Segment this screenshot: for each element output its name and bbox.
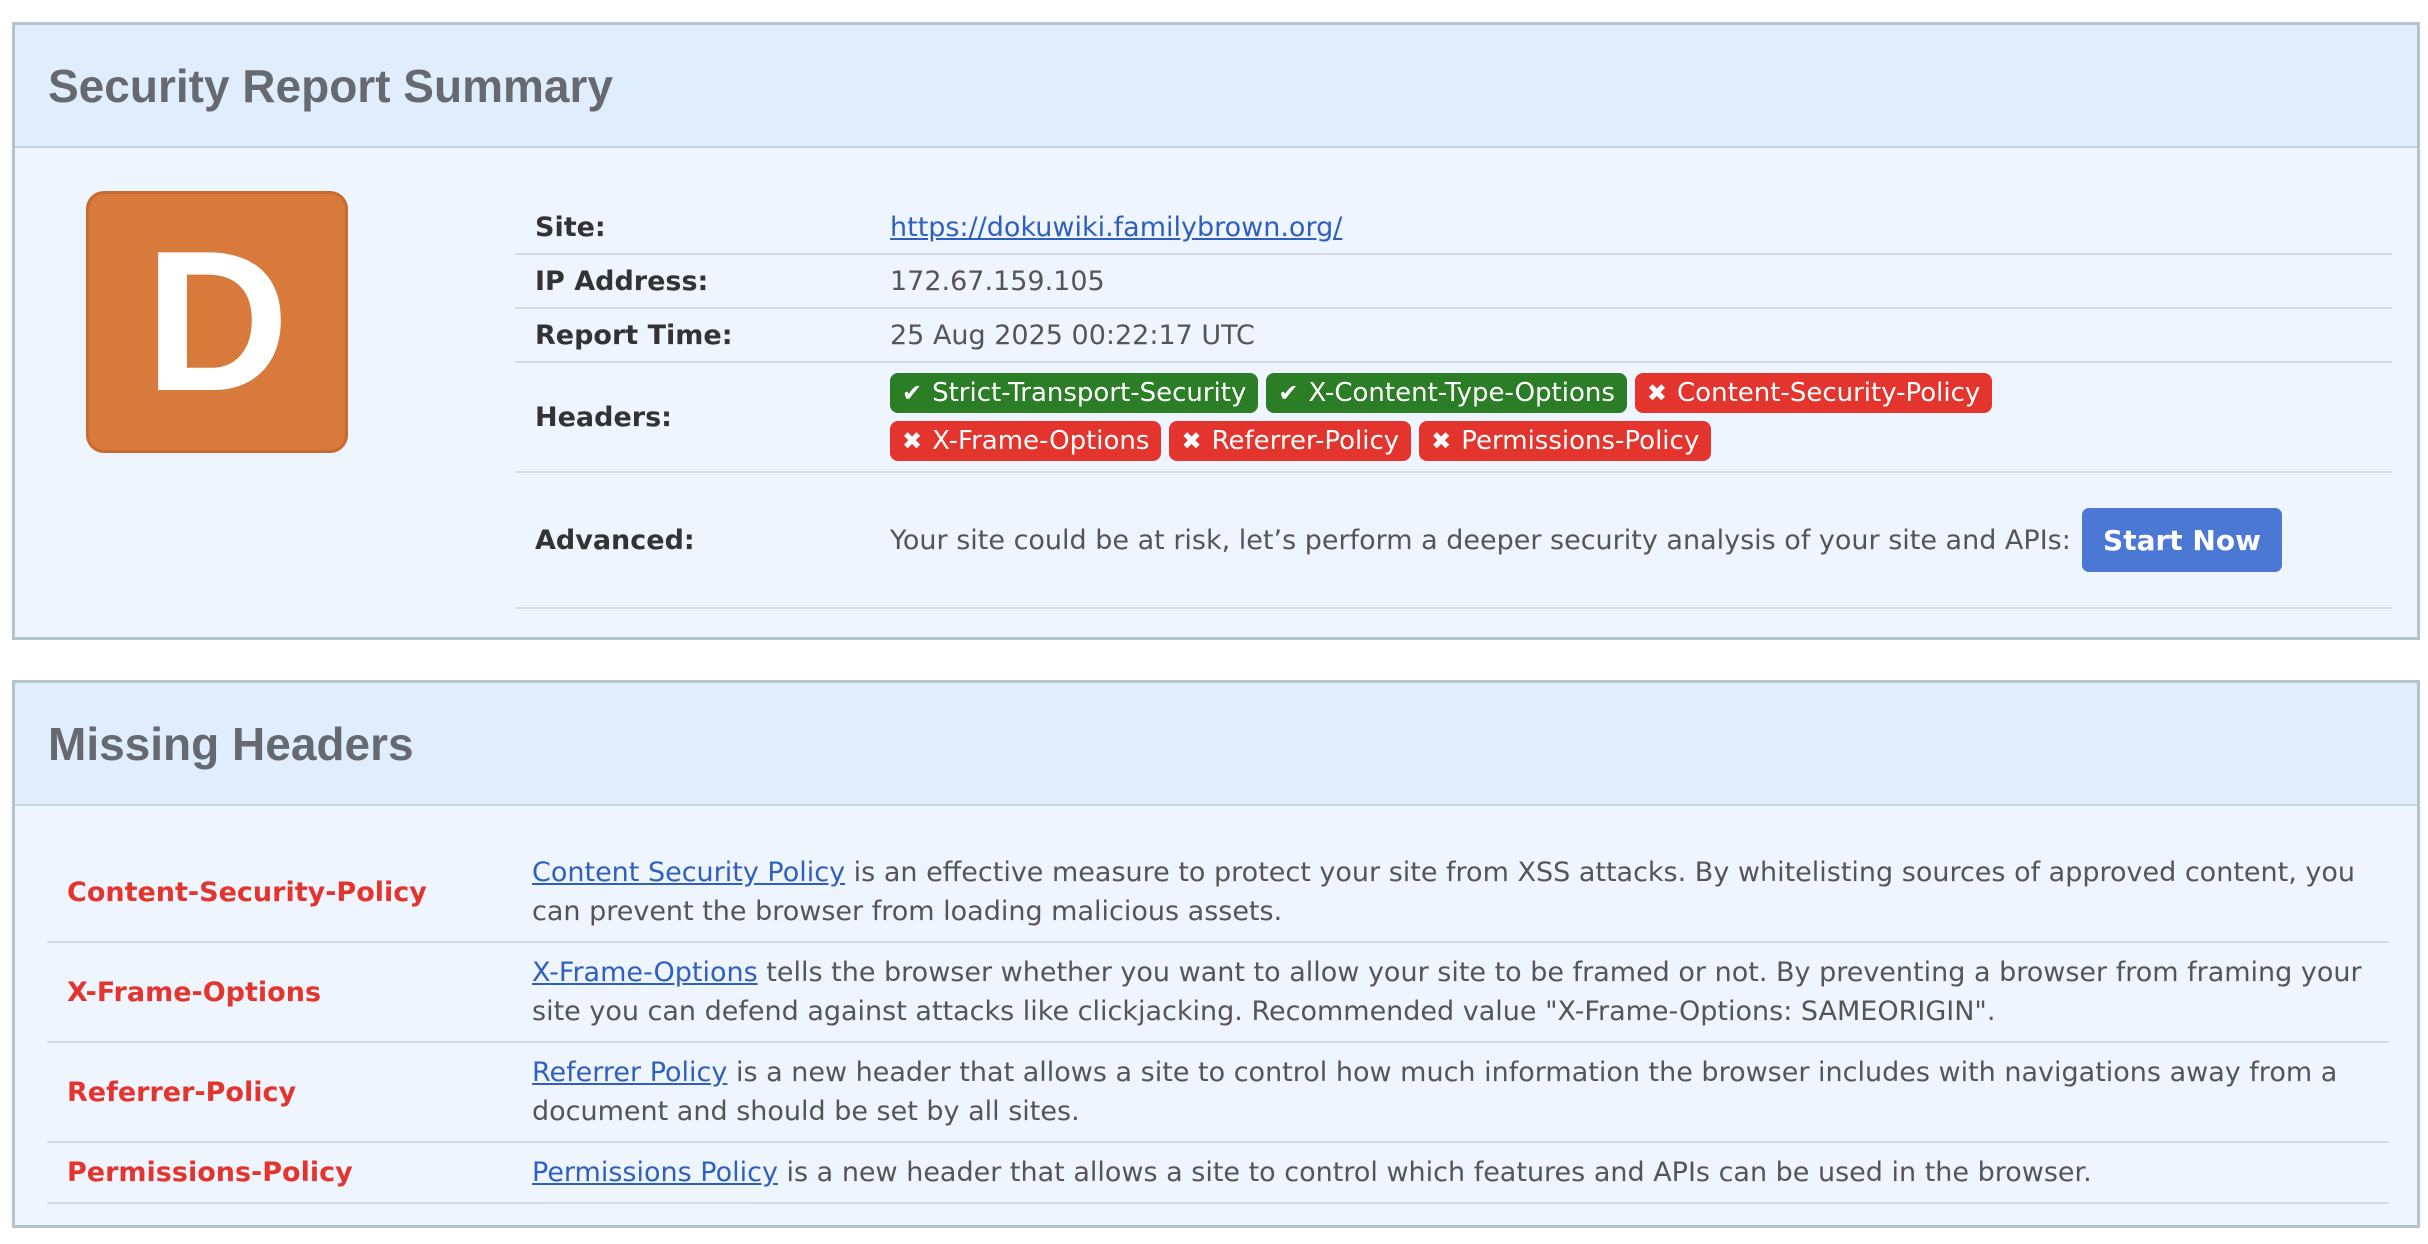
header-badge-label: Strict-Transport-Security — [932, 378, 1247, 408]
header-badge-label: X-Content-Type-Options — [1308, 378, 1615, 408]
grade-badge: D — [86, 191, 348, 453]
missing-header-name: Content-Security-Policy — [67, 876, 427, 908]
ip-row: IP Address: 172.67.159.105 — [515, 255, 2392, 309]
ip-label: IP Address: — [535, 265, 709, 297]
summary-title: Security Report Summary — [48, 59, 613, 112]
header-badge: ✖ Content-Security-Policy — [1634, 373, 1993, 413]
headers-row: Headers: ✔ Strict-Transport-Security ✔ X… — [515, 363, 2392, 473]
missing-header-description: Referrer Policy is a new header that all… — [532, 1053, 2389, 1131]
description-text: is a new header that allows a site to co… — [532, 1057, 2338, 1127]
missing-header-name: Referrer-Policy — [67, 1076, 297, 1108]
site-link[interactable]: https://dokuwiki.familybrown.org/ — [890, 212, 1342, 243]
missing-header-description: Content Security Policy is an effective … — [532, 853, 2389, 931]
missing-headers-table: Content-Security-Policy Content Security… — [47, 843, 2389, 1204]
missing-header-name: X-Frame-Options — [67, 976, 322, 1008]
header-doc-link[interactable]: X-Frame-Options — [532, 957, 758, 988]
missing-header: Missing Headers — [15, 683, 2417, 806]
missing-title: Missing Headers — [48, 717, 414, 770]
header-badges: ✔ Strict-Transport-Security ✔ X-Content-… — [890, 373, 2210, 461]
cross-icon: ✖ — [1181, 427, 1202, 455]
header-doc-link[interactable]: Permissions Policy — [532, 1157, 778, 1188]
header-badge: ✖ X-Frame-Options — [890, 421, 1162, 461]
header-badge-label: Permissions-Policy — [1461, 426, 1700, 456]
header-badge-label: X-Frame-Options — [932, 426, 1150, 456]
missing-header-name: Permissions-Policy — [67, 1157, 353, 1188]
advanced-label: Advanced: — [535, 524, 695, 556]
missing-header-description: Permissions Policy is a new header that … — [532, 1153, 2389, 1192]
cross-icon: ✖ — [1431, 427, 1452, 455]
header-badge: ✔ X-Content-Type-Options — [1266, 373, 1627, 413]
header-doc-link[interactable]: Content Security Policy — [532, 857, 845, 888]
security-report-summary-panel: Security Report Summary D Site: https://… — [12, 22, 2420, 640]
header-badge-label: Content-Security-Policy — [1677, 378, 1981, 408]
site-value: https://dokuwiki.familybrown.org/ — [890, 212, 2392, 243]
header-badge-label: Referrer-Policy — [1211, 426, 1400, 456]
site-row: Site: https://dokuwiki.familybrown.org/ — [515, 201, 2392, 255]
header-doc-link[interactable]: Referrer Policy — [532, 1057, 727, 1088]
advanced-text: Your site could be at risk, let’s perfor… — [890, 524, 2071, 556]
cross-icon: ✖ — [1646, 379, 1668, 407]
description-text: tells the browser whether you want to al… — [532, 957, 2362, 1027]
headers-label: Headers: — [535, 401, 672, 433]
table-row: Content-Security-Policy Content Security… — [47, 843, 2389, 943]
missing-headers-panel: Missing Headers Content-Security-Policy … — [12, 680, 2420, 1228]
advanced-row: Advanced: Your site could be at risk, le… — [515, 473, 2392, 609]
report-time-label: Report Time: — [535, 319, 733, 351]
headers-value: ✔ Strict-Transport-Security ✔ X-Content-… — [890, 373, 2392, 461]
site-label: Site: — [535, 211, 606, 243]
cross-icon: ✖ — [902, 427, 923, 455]
summary-info-table: Site: https://dokuwiki.familybrown.org/ … — [515, 201, 2392, 609]
table-row: Referrer-Policy Referrer Policy is a new… — [47, 1043, 2389, 1143]
ip-value: 172.67.159.105 — [890, 265, 1105, 297]
check-icon: ✔ — [1278, 379, 1299, 407]
missing-header-description: X-Frame-Options tells the browser whethe… — [532, 953, 2389, 1031]
header-badge: ✖ Permissions-Policy — [1419, 421, 1712, 461]
description-text: is a new header that allows a site to co… — [777, 1157, 2092, 1188]
header-badge: ✖ Referrer-Policy — [1169, 421, 1412, 461]
check-icon: ✔ — [902, 379, 923, 407]
header-badge: ✔ Strict-Transport-Security — [890, 373, 1259, 413]
report-time-row: Report Time: 25 Aug 2025 00:22:17 UTC — [515, 309, 2392, 363]
report-time-value: 25 Aug 2025 00:22:17 UTC — [890, 319, 1255, 351]
start-now-button[interactable]: Start Now — [2082, 508, 2282, 572]
summary-header: Security Report Summary — [15, 25, 2417, 148]
table-row: Permissions-Policy Permissions Policy is… — [47, 1143, 2389, 1204]
advanced-value: Your site could be at risk, let’s perfor… — [890, 508, 2392, 572]
table-row: X-Frame-Options X-Frame-Options tells th… — [47, 943, 2389, 1043]
